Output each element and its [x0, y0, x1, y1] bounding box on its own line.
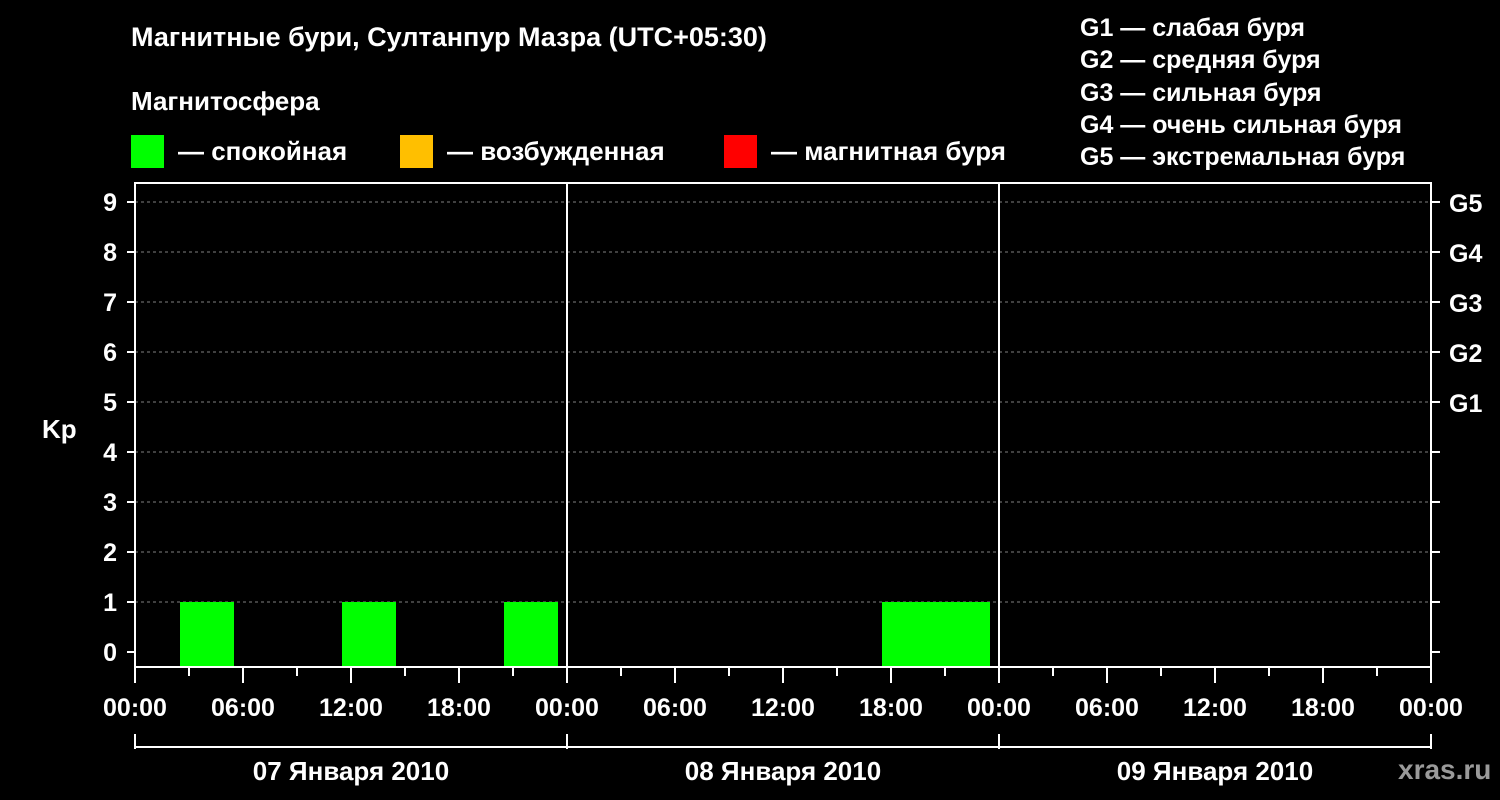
- watermark: xras.ru: [1398, 754, 1492, 785]
- kp-chart: 0 1 2 3 4 5 6 7 8 9 G1 G2 G3 G4 G5 Kp 00:00 06:00 12:00 18:…: [42, 182, 1482, 786]
- x-tick-label: 06:00: [1075, 694, 1139, 722]
- day-label: 09 Января 2010: [1117, 756, 1313, 786]
- x-tick-label: 00:00: [1399, 694, 1463, 722]
- x-tick-label: 06:00: [211, 694, 275, 722]
- day-label: 08 Января 2010: [685, 756, 881, 786]
- g-tick-label: G5: [1449, 190, 1482, 218]
- g-tick-label: G4: [1449, 240, 1482, 268]
- kp-bar: [342, 602, 396, 667]
- x-tick-label: 06:00: [643, 694, 707, 722]
- day-label: 07 Января 2010: [253, 756, 449, 786]
- x-tick-label: 18:00: [859, 694, 923, 722]
- x-tick-label: 12:00: [1183, 694, 1247, 722]
- kp-bar: [882, 602, 936, 667]
- kp-bar: [936, 602, 990, 667]
- plot-frame: [134, 182, 1432, 668]
- x-tick-label: 12:00: [319, 694, 383, 722]
- kp-bar: [504, 602, 558, 667]
- x-tick-label: 00:00: [535, 694, 599, 722]
- y-tick-label: 8: [103, 239, 117, 267]
- y-tick-label: 4: [103, 439, 117, 467]
- x-tick-label: 00:00: [967, 694, 1031, 722]
- g-tick-label: G1: [1449, 390, 1482, 418]
- y-tick-label: 7: [103, 289, 117, 317]
- y-tick-label: 2: [103, 539, 117, 567]
- y-tick-label: 5: [103, 389, 117, 417]
- x-tick-label: 00:00: [103, 694, 167, 722]
- x-tick-label: 18:00: [1291, 694, 1355, 722]
- y-tick-label: 6: [103, 339, 117, 367]
- y-tick-label: 9: [103, 189, 117, 217]
- y-tick-label: 1: [103, 589, 117, 617]
- x-tick-label: 18:00: [427, 694, 491, 722]
- y-axis-label: Kp: [42, 414, 77, 444]
- g-tick-label: G3: [1449, 290, 1482, 318]
- g-tick-label: G2: [1449, 340, 1482, 368]
- y-tick-label: 0: [103, 639, 117, 667]
- x-tick-label: 12:00: [751, 694, 815, 722]
- kp-bar: [180, 602, 234, 667]
- y-tick-label: 3: [103, 489, 117, 517]
